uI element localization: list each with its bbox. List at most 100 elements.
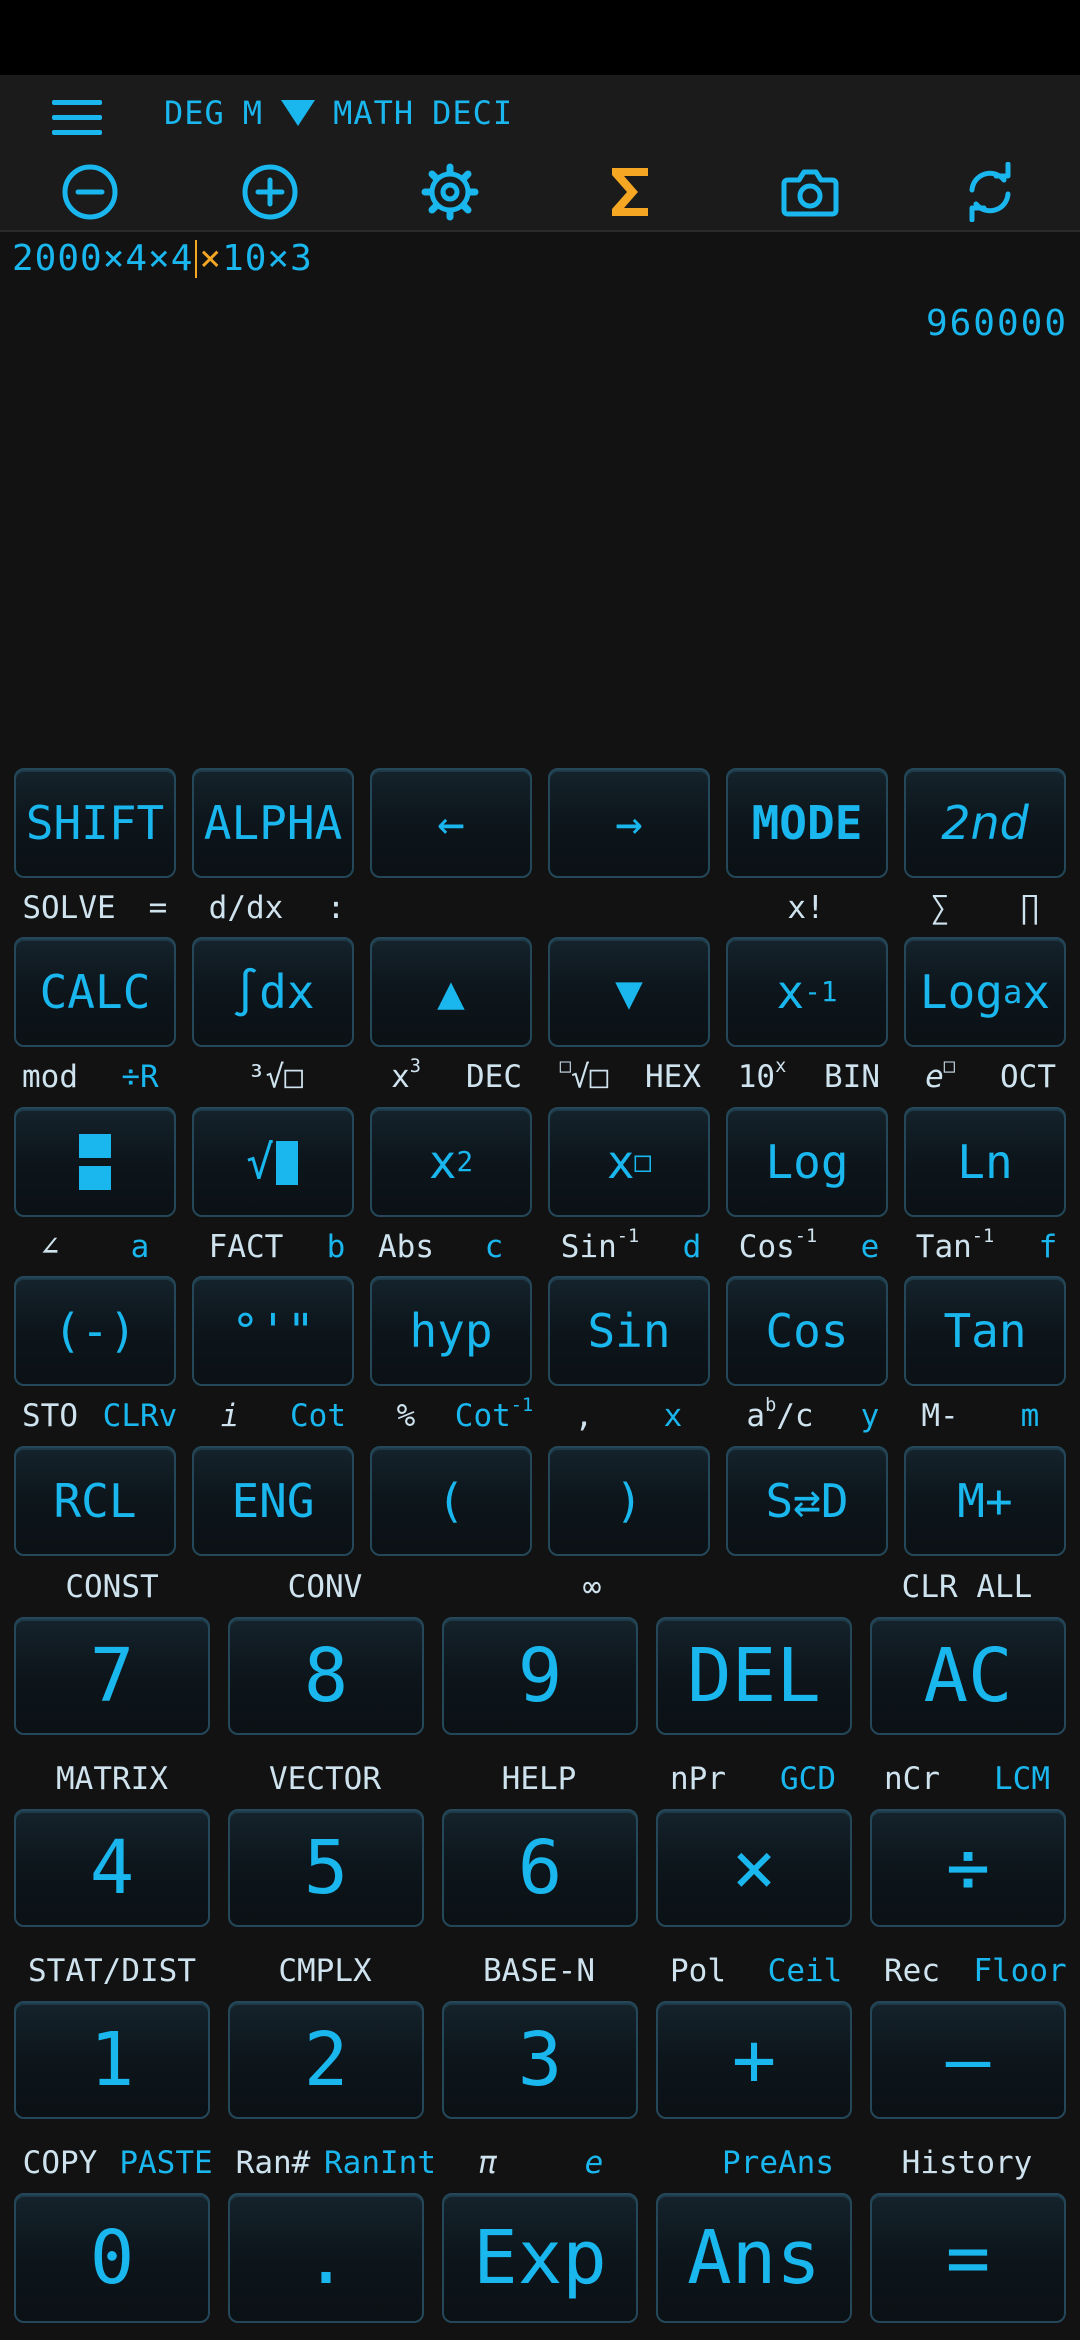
menu-icon[interactable] — [52, 100, 102, 136]
tan-key[interactable]: Tan — [904, 1276, 1066, 1386]
label-c: c — [484, 1229, 504, 1265]
top-bar — [0, 75, 1080, 232]
label-mod: mod — [22, 1059, 78, 1095]
mode-indicators: DEG M MATH DECI — [164, 94, 531, 132]
label-bin: BIN — [824, 1059, 880, 1095]
digit-7-key[interactable]: 7 — [14, 1617, 210, 1735]
ln-key[interactable]: Ln — [904, 1107, 1066, 1217]
calc-key[interactable]: CALC — [14, 937, 176, 1047]
label-euler: e — [584, 2145, 604, 2181]
alpha-key[interactable]: ALPHA — [192, 768, 354, 878]
sin-key[interactable]: Sin — [548, 1276, 710, 1386]
label-solve: SOLVE — [22, 890, 116, 926]
label-f: f — [1038, 1229, 1058, 1265]
sqrt-key[interactable]: √ — [192, 1107, 354, 1217]
label-memory-minus: M- — [921, 1398, 959, 1434]
label-product: ∏ — [1020, 890, 1040, 926]
label-lcm: LCM — [994, 1761, 1050, 1797]
sigma-icon[interactable] — [600, 162, 660, 222]
input-mode: MATH — [333, 94, 415, 132]
label-npr: nPr — [670, 1761, 726, 1797]
integral-key[interactable]: ∫dx — [192, 937, 354, 1047]
rcl-key[interactable]: RCL — [14, 1446, 176, 1556]
label-cot: Cot — [290, 1398, 346, 1434]
multiply-key[interactable]: × — [656, 1809, 852, 1927]
mode-key[interactable]: MODE — [726, 768, 888, 878]
label-dec: DEC — [466, 1059, 522, 1095]
expression-display[interactable]: 2000×4×4 ×10×3 — [12, 238, 313, 279]
digit-2-key[interactable]: 2 — [228, 2001, 424, 2119]
cursor-up-key[interactable]: ▲ — [370, 937, 532, 1047]
cursor-right-key[interactable]: → — [548, 768, 710, 878]
log-base-text: Log — [919, 965, 1003, 1019]
divide-key[interactable]: ÷ — [870, 1809, 1066, 1927]
digit-0-key[interactable]: 0 — [14, 2193, 210, 2323]
settings-icon[interactable] — [420, 162, 480, 222]
decimal-point-key[interactable]: . — [228, 2193, 424, 2323]
digit-5-key[interactable]: 5 — [228, 1809, 424, 1927]
label-ranint: RanInt — [324, 2145, 436, 2181]
cursor-left-key[interactable]: ← — [370, 768, 532, 878]
label-hex: HEX — [645, 1059, 701, 1095]
label-help: HELP — [501, 1761, 577, 1797]
close-paren-key[interactable]: ) — [548, 1446, 710, 1556]
sync-icon[interactable] — [960, 162, 1020, 222]
log-key[interactable]: Log — [726, 1107, 888, 1217]
square-key[interactable]: x2 — [370, 1107, 532, 1217]
label-matrix: MATRIX — [56, 1761, 168, 1797]
output-mode: DECI — [432, 94, 514, 132]
camera-icon[interactable] — [780, 162, 840, 222]
label-div-remainder: ÷R — [121, 1059, 159, 1095]
digit-8-key[interactable]: 8 — [228, 1617, 424, 1735]
equals-key[interactable]: = — [870, 2193, 1066, 2323]
shift-key[interactable]: SHIFT — [14, 768, 176, 878]
cursor-down-key[interactable]: ▼ — [548, 937, 710, 1047]
exp-key[interactable]: Exp — [442, 2193, 638, 2323]
label-oct: OCT — [1000, 1059, 1056, 1095]
label-percent: % — [396, 1398, 416, 1434]
memory-plus-key[interactable]: M+ — [904, 1446, 1066, 1556]
digit-4-key[interactable]: 4 — [14, 1809, 210, 1927]
zoom-out-icon[interactable] — [60, 162, 120, 222]
dropdown-triangle-icon[interactable] — [281, 100, 316, 126]
minus-key[interactable]: – — [870, 2001, 1066, 2119]
label-ncr: nCr — [884, 1761, 940, 1797]
up-arrow-icon: ▲ — [437, 965, 465, 1019]
digit-3-key[interactable]: 3 — [442, 2001, 638, 2119]
label-copy: COPY — [22, 2145, 98, 2181]
digit-1-key[interactable]: 1 — [14, 2001, 210, 2119]
hyp-key[interactable]: hyp — [370, 1276, 532, 1386]
zoom-in-icon[interactable] — [240, 162, 300, 222]
label-cube: x3 — [391, 1056, 421, 1095]
label-cmplx: CMPLX — [278, 1953, 372, 1989]
s-to-d-key[interactable]: S⇄D — [726, 1446, 888, 1556]
degrees-minutes-seconds-key[interactable]: °'" — [192, 1276, 354, 1386]
label-comma: ‚ — [574, 1398, 594, 1434]
all-clear-key[interactable]: AC — [870, 1617, 1066, 1735]
cos-key[interactable]: Cos — [726, 1276, 888, 1386]
label-fact: FACT — [208, 1229, 284, 1265]
label-arccos: Cos-1 — [738, 1226, 818, 1265]
plus-key[interactable]: + — [656, 2001, 852, 2119]
fraction-key[interactable] — [14, 1107, 176, 1217]
label-gcd: GCD — [780, 1761, 836, 1797]
label-arcsin: Sin-1 — [560, 1226, 640, 1265]
ans-key[interactable]: Ans — [656, 2193, 852, 2323]
label-y: y — [860, 1398, 880, 1434]
negative-key[interactable]: (-) — [14, 1276, 176, 1386]
memory-indicator: M — [242, 94, 264, 132]
delete-key[interactable]: DEL — [656, 1617, 852, 1735]
label-floor: Floor — [973, 1953, 1067, 1989]
reciprocal-key[interactable]: x -1 — [726, 937, 888, 1047]
label-paste: PASTE — [119, 2145, 213, 2181]
second-function-key[interactable]: 2nd — [904, 768, 1066, 878]
log-base-key[interactable]: Log a x — [904, 937, 1066, 1047]
label-ten-power: 10x — [737, 1056, 787, 1095]
power-key[interactable]: x □ — [548, 1107, 710, 1217]
eng-key[interactable]: ENG — [192, 1446, 354, 1556]
open-paren-key[interactable]: ( — [370, 1446, 532, 1556]
digit-9-key[interactable]: 9 — [442, 1617, 638, 1735]
down-arrow-icon: ▼ — [615, 965, 643, 1019]
label-mixed-fraction: ab/c — [746, 1395, 814, 1434]
digit-6-key[interactable]: 6 — [442, 1809, 638, 1927]
